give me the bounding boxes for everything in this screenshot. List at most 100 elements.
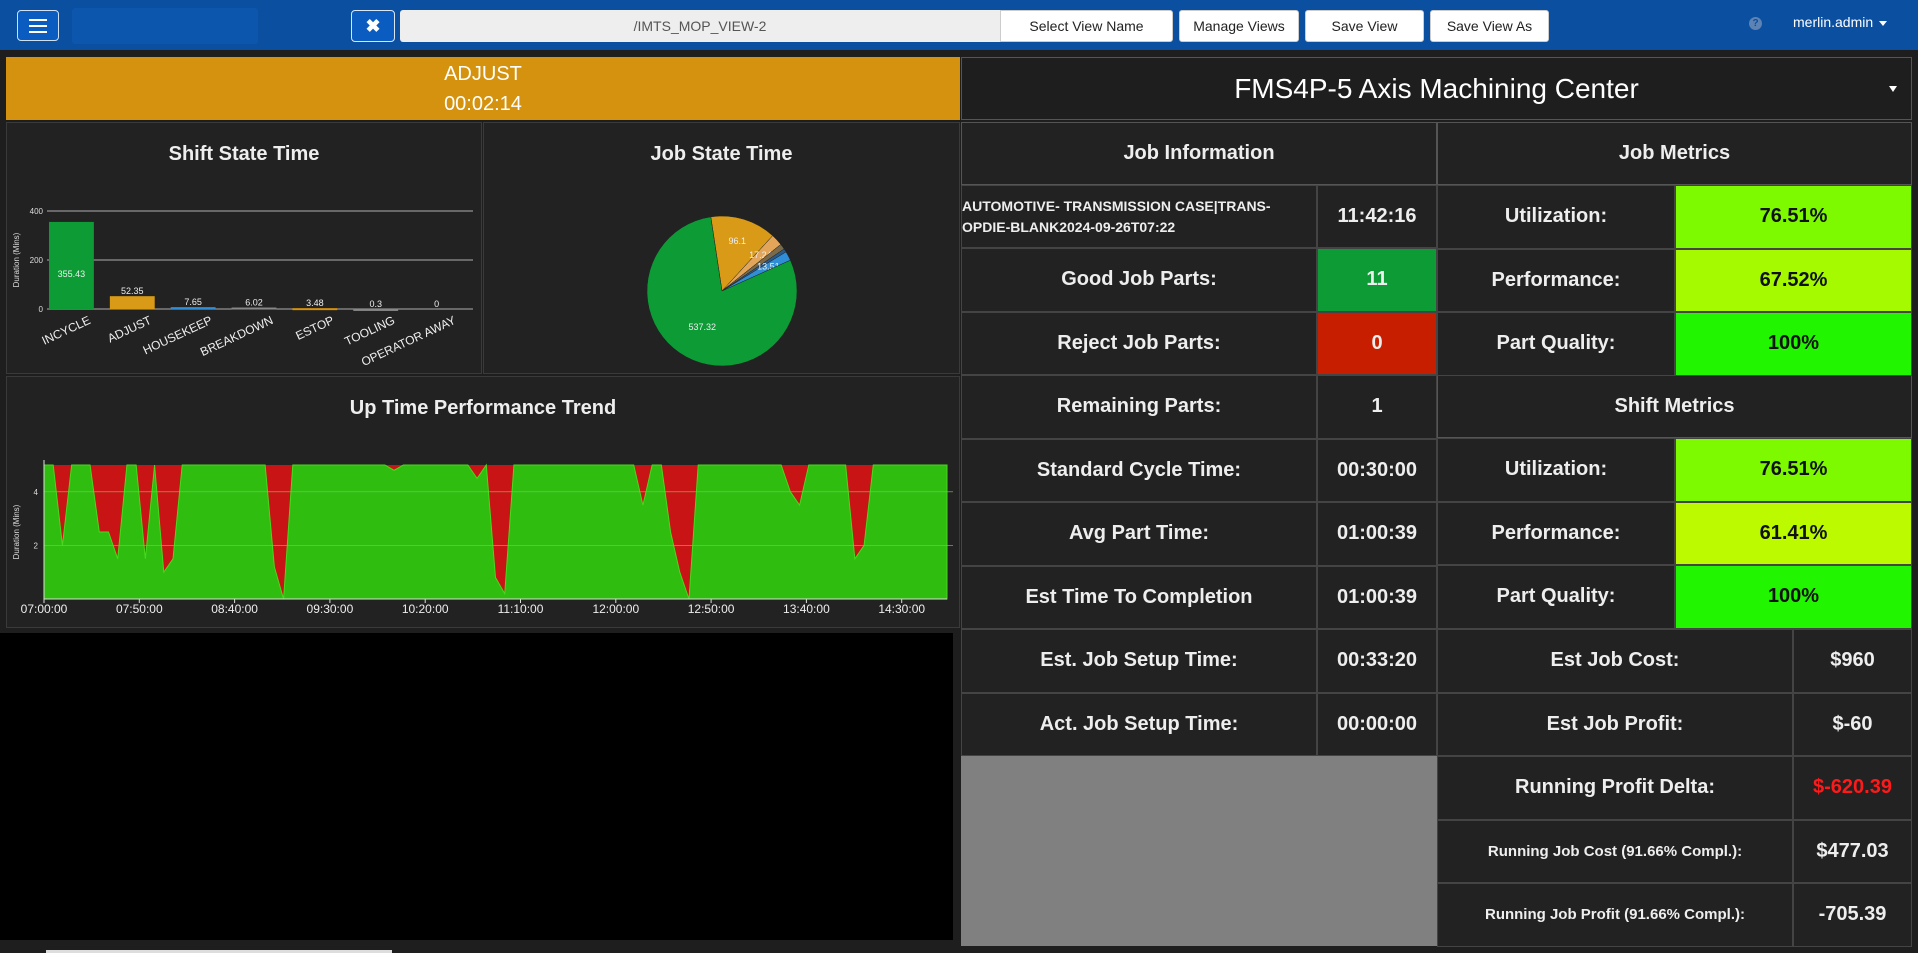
job-info-value-text: 11 bbox=[1366, 268, 1388, 291]
financial-value-text: -705.39 bbox=[1818, 903, 1887, 926]
y-axis-label: Duration (Mins) bbox=[12, 232, 21, 287]
y-tick-label: 200 bbox=[30, 256, 44, 265]
shift-metric-label-text: Part Quality: bbox=[1496, 585, 1616, 608]
job-info-label: Standard Cycle Time: bbox=[961, 438, 1317, 502]
job-metric-value: 67.52% bbox=[1675, 248, 1912, 312]
bar bbox=[49, 221, 94, 309]
job-metric-label: Utilization: bbox=[1437, 185, 1675, 249]
bar-value-label: 6.02 bbox=[245, 298, 263, 308]
shift-metric-label-text: Utilization: bbox=[1504, 458, 1608, 481]
job-metric-label: Part Quality: bbox=[1437, 312, 1675, 376]
x-tick-label: ESTOP bbox=[294, 313, 337, 343]
shift-metric-value-text: 61.41% bbox=[1759, 521, 1828, 544]
logo bbox=[72, 8, 258, 44]
save-view-as-button[interactable]: Save View As bbox=[1430, 10, 1549, 42]
financial-value-text: $960 bbox=[1830, 649, 1875, 672]
job-name: AUTOMOTIVE- TRANSMISSION CASE|TRANS-OPDI… bbox=[962, 198, 1271, 235]
financial-value: $-620.39 bbox=[1793, 756, 1912, 820]
job-info-label-text: Est. Job Setup Time: bbox=[1040, 649, 1238, 672]
save-view-button[interactable]: Save View bbox=[1305, 10, 1424, 42]
x-tick-label: ADJUST bbox=[105, 313, 154, 346]
financial-value-text: $-60 bbox=[1832, 712, 1873, 735]
job-metric-value: 100% bbox=[1675, 312, 1912, 376]
job-info-value-text: 1 bbox=[1371, 395, 1383, 418]
shift-state-panel: Shift State Time 0 200 400 Duration (Mins) 3… bbox=[6, 122, 482, 374]
job-info-value-text: 00:00:00 bbox=[1336, 712, 1418, 735]
uptime-trend-panel: Up Time Performance Trend 2 4 Duration (Mi… bbox=[6, 376, 960, 628]
pie-label: 537.32 bbox=[689, 322, 717, 332]
bar-value-label: 355.43 bbox=[58, 269, 86, 279]
financial-value: $960 bbox=[1793, 629, 1912, 693]
shift-metrics-header: Shift Metrics bbox=[1437, 375, 1912, 438]
job-info-value: 00:00:00 bbox=[1317, 692, 1437, 756]
job-metrics-header: Job Metrics bbox=[1437, 122, 1912, 185]
x-tick-label: 10:20:00 bbox=[402, 602, 449, 616]
job-metric-label-text: Part Quality: bbox=[1496, 332, 1616, 355]
top-navbar: ✖ /IMTS_MOP_VIEW-2 Select View Name Mana… bbox=[0, 0, 1918, 50]
job-info-value: 01:00:39 bbox=[1317, 502, 1437, 566]
camera-feed bbox=[0, 633, 953, 940]
job-info-value-text: 01:00:39 bbox=[1336, 522, 1418, 545]
hamburger-icon bbox=[29, 19, 47, 21]
manage-views-button[interactable]: Manage Views bbox=[1179, 10, 1299, 42]
caret-down-icon bbox=[1879, 20, 1888, 26]
shift-metric-value: 61.41% bbox=[1675, 501, 1912, 565]
bar bbox=[231, 307, 277, 310]
bar-value-label: 7.65 bbox=[184, 297, 202, 307]
job-info-value: 00:33:20 bbox=[1317, 629, 1437, 693]
empty-panel bbox=[961, 756, 1437, 946]
financial-label: Running Profit Delta: bbox=[1437, 756, 1793, 820]
job-information-header: Job Information bbox=[961, 122, 1437, 185]
bar bbox=[170, 307, 216, 310]
job-info-value-text: 00:30:00 bbox=[1336, 458, 1418, 481]
x-tick-label: 09:30:00 bbox=[307, 602, 354, 616]
x-tick-label: INCYCLE bbox=[40, 313, 93, 348]
bar bbox=[292, 308, 338, 311]
close-view-button[interactable]: ✖ bbox=[351, 10, 395, 42]
job-info-label: Good Job Parts: bbox=[961, 248, 1317, 312]
select-view-name-button[interactable]: Select View Name bbox=[1000, 10, 1173, 42]
job-info-label: Est Time To Completion bbox=[961, 565, 1317, 629]
x-tick-label: 12:50:00 bbox=[688, 602, 735, 616]
y-tick-label: 2 bbox=[34, 541, 39, 550]
financial-label-text: Est Job Profit: bbox=[1546, 712, 1684, 735]
job-info-label-text: Standard Cycle Time: bbox=[1036, 458, 1242, 481]
user-menu[interactable]: merlin.admin bbox=[1793, 14, 1888, 30]
view-path-field[interactable]: /IMTS_MOP_VIEW-2 bbox=[400, 10, 1000, 42]
financial-label-text: Running Job Cost (91.66% Compl.): bbox=[1487, 842, 1743, 860]
job-metric-value-text: 100% bbox=[1767, 332, 1820, 355]
job-info-value-text: 01:00:39 bbox=[1336, 585, 1418, 608]
x-tick-label: 14:30:00 bbox=[878, 602, 925, 616]
bar-value-label: 0.3 bbox=[369, 299, 382, 309]
shift-metric-value: 100% bbox=[1675, 565, 1912, 629]
menu-toggle-button[interactable] bbox=[17, 10, 59, 41]
financial-label-text: Running Profit Delta: bbox=[1515, 776, 1715, 799]
job-info-value: 11 bbox=[1317, 248, 1437, 312]
bar bbox=[109, 296, 155, 309]
job-info-label: Avg Part Time: bbox=[961, 502, 1317, 566]
financial-value-text: $477.03 bbox=[1816, 839, 1889, 862]
shift-metric-value: 76.51% bbox=[1675, 438, 1912, 502]
job-info-label-text: Act. Job Setup Time: bbox=[1039, 712, 1239, 735]
bar-value-label: 52.35 bbox=[121, 286, 144, 296]
job-info-label-text: Remaining Parts: bbox=[1056, 395, 1222, 418]
machine-selector[interactable]: FMS4P-5 Axis Machining Center bbox=[961, 57, 1912, 120]
help-icon[interactable]: ? bbox=[1749, 17, 1762, 30]
job-info-label-text: Good Job Parts: bbox=[1061, 268, 1217, 291]
y-axis-label: Duration (Mins) bbox=[12, 504, 21, 559]
job-metric-label: Performance: bbox=[1437, 248, 1675, 312]
machine-title: FMS4P-5 Axis Machining Center bbox=[1234, 73, 1639, 104]
financial-value-text: $-620.39 bbox=[1813, 776, 1892, 799]
financial-label: Est Job Cost: bbox=[1437, 629, 1793, 693]
job-info-value-text: 00:33:20 bbox=[1336, 649, 1418, 672]
job-info-label: Remaining Parts: bbox=[961, 375, 1317, 439]
uptime-trend-chart: 2 4 Duration (Mins) 07:00:00 07:50:00 08:40:0… bbox=[12, 460, 953, 616]
job-info-value: 0 bbox=[1317, 311, 1437, 375]
state-duration: 00:02:14 bbox=[444, 93, 522, 115]
financial-label: Est Job Profit: bbox=[1437, 692, 1793, 756]
x-tick-label: 07:00:00 bbox=[21, 602, 68, 616]
job-elapsed-time: 11:42:16 bbox=[1317, 185, 1437, 248]
bar-value-label: 0 bbox=[434, 299, 439, 309]
bar bbox=[353, 308, 399, 311]
financial-value: -705.39 bbox=[1793, 883, 1912, 947]
